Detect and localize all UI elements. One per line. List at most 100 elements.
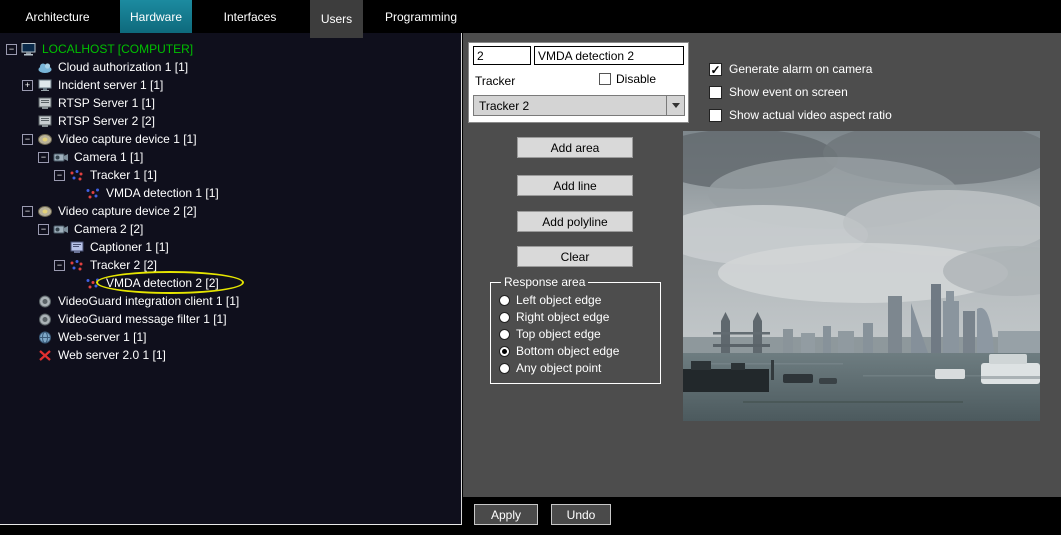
disable-checkbox-group[interactable]: Disable xyxy=(599,72,656,86)
tree-item-vmda-detection-2[interactable]: VMDA detection 2 [2] xyxy=(0,274,461,292)
radio-any-object-point[interactable]: Any object point xyxy=(499,361,660,375)
chevron-down-icon[interactable] xyxy=(666,96,684,115)
tree-item-label: RTSP Server 1 [1] xyxy=(58,96,155,110)
vmda-detection-icon xyxy=(85,277,101,290)
apply-button[interactable]: Apply xyxy=(474,504,538,525)
tree-item-cloud-authorization[interactable]: Cloud authorization 1 [1] xyxy=(0,58,461,76)
camera-icon xyxy=(53,223,69,236)
clear-button[interactable]: Clear xyxy=(517,246,633,267)
device-tree-panel: − LOCALHOST [COMPUTER] Cloud authorizati… xyxy=(0,33,462,525)
tree-item-localhost[interactable]: − LOCALHOST [COMPUTER] xyxy=(0,40,461,58)
tab-architecture[interactable]: Architecture xyxy=(15,0,100,33)
tree-item-vmda-detection-1[interactable]: VMDA detection 1 [1] xyxy=(0,184,461,202)
rtsp-server-icon xyxy=(37,97,53,110)
tree-item-videoguard-integration-client[interactable]: VideoGuard integration client 1 [1] xyxy=(0,292,461,310)
tab-hardware[interactable]: Hardware xyxy=(120,0,192,33)
tree-item-label: Captioner 1 [1] xyxy=(90,240,169,254)
tree-item-tracker-2[interactable]: − Tracker 2 [2] xyxy=(0,256,461,274)
collapse-icon[interactable]: − xyxy=(54,170,65,181)
radio-label: Top object edge xyxy=(516,327,601,341)
tree-item-label: Web server 2.0 1 [1] xyxy=(58,348,166,362)
radio-label: Bottom object edge xyxy=(516,344,619,358)
tree-item-incident-server[interactable]: + Incident server 1 [1] xyxy=(0,76,461,94)
collapse-icon[interactable]: − xyxy=(22,134,33,145)
tree-item-rtsp-server-2[interactable]: RTSP Server 2 [2] xyxy=(0,112,461,130)
bottom-bar xyxy=(0,525,1061,535)
tree-item-tracker-1[interactable]: − Tracker 1 [1] xyxy=(0,166,461,184)
radio-button[interactable] xyxy=(499,295,510,306)
vmda-detection-icon xyxy=(85,187,101,200)
tree-item-label: VMDA detection 2 [2] xyxy=(106,276,219,290)
aspect-ratio-checkbox[interactable] xyxy=(709,109,722,122)
radio-button-selected[interactable] xyxy=(499,346,510,357)
collapse-icon[interactable]: − xyxy=(54,260,65,271)
tab-interfaces[interactable]: Interfaces xyxy=(213,0,287,33)
undo-button[interactable]: Undo xyxy=(551,504,611,525)
rtsp-server-icon xyxy=(37,115,53,128)
web-server-icon xyxy=(37,331,53,344)
object-id-input[interactable] xyxy=(473,46,531,65)
radio-button[interactable] xyxy=(499,363,510,374)
collapse-icon[interactable]: − xyxy=(22,206,33,217)
collapse-icon[interactable]: − xyxy=(38,224,49,235)
collapse-icon[interactable]: − xyxy=(6,44,17,55)
tree-item-label: Incident server 1 [1] xyxy=(58,78,163,92)
aspect-ratio-checkbox-row[interactable]: Show actual video aspect ratio xyxy=(709,107,892,123)
disable-label: Disable xyxy=(616,72,656,86)
disabled-x-icon xyxy=(37,349,53,362)
top-tab-bar: Architecture Hardware Interfaces Users P… xyxy=(0,0,1061,33)
tree-item-label: Camera 1 [1] xyxy=(74,150,143,164)
tracker-icon xyxy=(69,259,85,272)
radio-button[interactable] xyxy=(499,312,510,323)
tracker-select[interactable]: Tracker 2 xyxy=(473,95,685,116)
tree-item-label: VideoGuard message filter 1 [1] xyxy=(58,312,227,326)
checkbox-label: Show actual video aspect ratio xyxy=(729,108,892,122)
tree-item-video-capture-device-2[interactable]: − Video capture device 2 [2] xyxy=(0,202,461,220)
radio-top-object-edge[interactable]: Top object edge xyxy=(499,327,660,341)
radio-button[interactable] xyxy=(499,329,510,340)
tree-item-camera-2[interactable]: − Camera 2 [2] xyxy=(0,220,461,238)
tree-item-label: VMDA detection 1 [1] xyxy=(106,186,219,200)
alarm-options-group: Generate alarm on camera Show event on s… xyxy=(709,61,892,130)
tree-item-label: Video capture device 1 [1] xyxy=(58,132,197,146)
cloud-icon xyxy=(37,61,53,74)
show-event-checkbox-row[interactable]: Show event on screen xyxy=(709,84,892,100)
tree-item-web-server-1[interactable]: Web-server 1 [1] xyxy=(0,328,461,346)
tracker-icon xyxy=(69,169,85,182)
object-name-input[interactable] xyxy=(534,46,684,65)
generate-alarm-checkbox[interactable] xyxy=(709,63,722,76)
tree-item-label: Cloud authorization 1 [1] xyxy=(58,60,188,74)
generate-alarm-checkbox-row[interactable]: Generate alarm on camera xyxy=(709,61,892,77)
add-polyline-button[interactable]: Add polyline xyxy=(517,211,633,232)
response-area-group: Response area Left object edge Right obj… xyxy=(490,275,661,384)
radio-label: Left object edge xyxy=(516,293,601,307)
radio-left-object-edge[interactable]: Left object edge xyxy=(499,293,660,307)
videoguard-icon xyxy=(37,295,53,308)
tree-item-video-capture-device-1[interactable]: − Video capture device 1 [1] xyxy=(0,130,461,148)
tab-programming[interactable]: Programming xyxy=(374,0,468,33)
radio-bottom-object-edge[interactable]: Bottom object edge xyxy=(499,344,660,358)
tracker-select-value: Tracker 2 xyxy=(474,99,666,113)
object-id-name-box: Tracker Disable Tracker 2 xyxy=(468,42,689,123)
app-window: Architecture Hardware Interfaces Users P… xyxy=(0,0,1061,535)
radio-label: Right object edge xyxy=(516,310,609,324)
tree-item-web-server-2[interactable]: Web server 2.0 1 [1] xyxy=(0,346,461,364)
tab-users[interactable]: Users xyxy=(310,0,363,38)
add-line-button[interactable]: Add line xyxy=(517,175,633,196)
tree-item-captioner-1[interactable]: Captioner 1 [1] xyxy=(0,238,461,256)
show-event-checkbox[interactable] xyxy=(709,86,722,99)
camera-video-preview[interactable] xyxy=(683,131,1040,421)
tree-item-videoguard-message-filter[interactable]: VideoGuard message filter 1 [1] xyxy=(0,310,461,328)
computer-icon xyxy=(21,43,37,56)
expand-icon[interactable]: + xyxy=(22,80,33,91)
radio-right-object-edge[interactable]: Right object edge xyxy=(499,310,660,324)
collapse-icon[interactable]: − xyxy=(38,152,49,163)
vmda-settings-panel: Tracker Disable Tracker 2 Generate alarm… xyxy=(463,33,1061,525)
add-area-button[interactable]: Add area xyxy=(517,137,633,158)
tree-item-rtsp-server-1[interactable]: RTSP Server 1 [1] xyxy=(0,94,461,112)
tree-item-label: LOCALHOST [COMPUTER] xyxy=(42,42,193,56)
capture-device-icon xyxy=(37,133,53,146)
captioner-icon xyxy=(69,241,85,254)
tree-item-camera-1[interactable]: − Camera 1 [1] xyxy=(0,148,461,166)
disable-checkbox[interactable] xyxy=(599,73,611,85)
